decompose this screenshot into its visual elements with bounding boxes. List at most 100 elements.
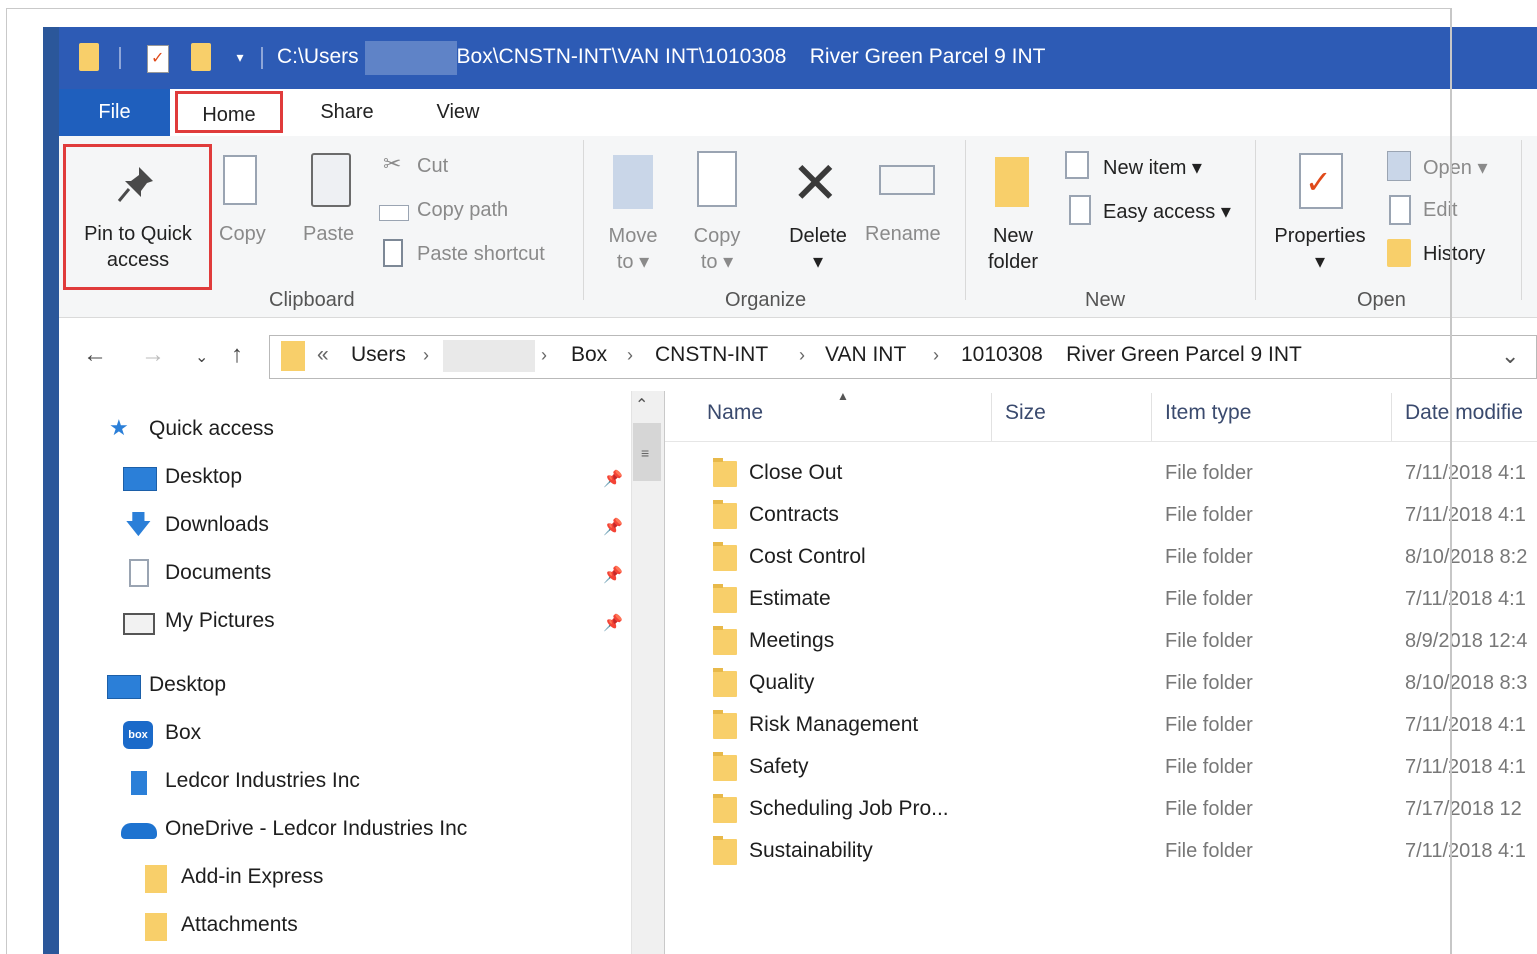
pin-to-quick-access-button[interactable]: Pin to Quick access — [67, 221, 209, 273]
screenshot-frame-left — [6, 8, 7, 954]
chevron-right-icon[interactable]: › — [423, 345, 429, 366]
properties-button[interactable]: Properties ▾ — [1267, 223, 1373, 275]
breadcrumb-van-int[interactable]: VAN INT — [825, 343, 906, 367]
chevron-right-icon[interactable]: › — [627, 345, 633, 366]
chevron-right-icon[interactable]: › — [541, 345, 547, 366]
pinned-icon[interactable]: 📌 — [603, 565, 623, 585]
file-row[interactable]: Sustainability File folder 7/11/2018 4:1 — [703, 831, 1537, 873]
new-folder-button[interactable]: New folder — [973, 223, 1053, 275]
documents-icon — [129, 559, 149, 587]
cut-button[interactable]: Cut — [417, 155, 448, 178]
box-logo-icon: box — [123, 721, 153, 749]
scissors-icon: ✂ — [383, 151, 402, 176]
easy-access-button[interactable]: Easy access ▾ — [1103, 199, 1231, 224]
copy-button[interactable]: Copy — [219, 223, 266, 246]
nav-quick-access[interactable]: Quick access — [149, 417, 274, 441]
breadcrumb-cnstn-int[interactable]: CNSTN-INT — [655, 343, 768, 367]
rename-button[interactable]: Rename — [865, 223, 941, 246]
pinned-icon[interactable]: 📌 — [603, 613, 623, 633]
move-to-icon — [613, 155, 653, 209]
ribbon-separator — [965, 140, 966, 300]
breadcrumb-current-folder[interactable]: 1010308 River Green Parcel 9 INT — [961, 343, 1302, 367]
nav-desktop[interactable]: Desktop — [149, 673, 226, 697]
paste-shortcut-icon — [383, 239, 403, 267]
folder-icon — [145, 865, 167, 893]
nav-add-in-express[interactable]: Add-in Express — [181, 865, 323, 889]
header-divider — [665, 441, 1537, 442]
chevron-right-icon[interactable]: › — [933, 345, 939, 366]
nav-attachments[interactable]: Attachments — [181, 913, 298, 937]
column-header-size[interactable]: Size — [1005, 401, 1046, 425]
tab-view[interactable]: View — [413, 89, 503, 136]
delete-label: Delete — [789, 225, 847, 247]
move-to-button[interactable]: Move to ▾ — [595, 223, 671, 275]
tab-file[interactable]: File — [59, 89, 170, 136]
easy-access-label: Easy access — [1103, 201, 1216, 223]
folder-icon — [79, 43, 99, 71]
column-separator[interactable] — [991, 393, 992, 441]
nav-onedrive[interactable]: OneDrive - Ledcor Industries Inc — [165, 817, 467, 841]
file-date: 7/11/2018 4:1 — [1405, 504, 1526, 526]
copy-to-label-line1: Copy — [693, 225, 741, 247]
new-item-button[interactable]: New item ▾ — [1103, 155, 1202, 180]
delete-button[interactable]: Delete ▾ — [777, 223, 859, 275]
open-button[interactable]: Open ▾ — [1423, 155, 1488, 180]
file-name: Meetings — [749, 629, 835, 652]
file-row[interactable]: Safety File folder 7/11/2018 4:1 — [703, 747, 1537, 789]
file-row[interactable]: Contracts File folder 7/11/2018 4:1 — [703, 495, 1537, 537]
tab-share[interactable]: Share — [297, 89, 397, 136]
copy-to-button[interactable]: Copy to ▾ — [679, 223, 755, 275]
back-arrow-icon[interactable]: ← — [83, 341, 107, 369]
nav-pinned-downloads[interactable]: Downloads — [165, 513, 269, 537]
column-header-name[interactable]: Name — [707, 401, 763, 425]
new-folder-icon[interactable] — [191, 43, 211, 71]
screenshot-frame-right — [1450, 8, 1452, 954]
file-row[interactable]: Close Out File folder 7/11/2018 4:1 — [703, 453, 1537, 495]
nav-pinned-documents[interactable]: Documents — [165, 561, 271, 585]
copy-path-button[interactable]: Copy path — [417, 199, 508, 222]
recent-locations-chevron-icon[interactable]: ⌄ — [195, 347, 208, 367]
forward-arrow-icon[interactable]: → — [141, 341, 165, 369]
paste-button[interactable]: Paste — [303, 223, 354, 246]
nav-box[interactable]: Box — [165, 721, 201, 745]
file-row[interactable]: Quality File folder 8/10/2018 8:3 — [703, 663, 1537, 705]
window-left-border — [43, 27, 59, 954]
column-separator[interactable] — [1391, 393, 1392, 441]
breadcrumb-users[interactable]: Users — [351, 343, 406, 367]
file-row[interactable]: Cost Control File folder 8/10/2018 8:2 — [703, 537, 1537, 579]
customize-toolbar-icon[interactable]: ▾ — [232, 49, 248, 65]
pinned-icon[interactable]: 📌 — [603, 469, 623, 489]
file-type: File folder — [1165, 630, 1253, 652]
file-date: 7/11/2018 4:1 — [1405, 462, 1526, 484]
nav-ledcor-industries[interactable]: Ledcor Industries Inc — [165, 769, 360, 793]
breadcrumb-overflow[interactable]: « — [317, 343, 329, 367]
breadcrumb-box[interactable]: Box — [571, 343, 607, 367]
address-history-chevron-icon[interactable]: ⌄ — [1501, 343, 1519, 369]
scroll-up-icon[interactable]: ⌃ — [635, 395, 648, 415]
toolbar-separator — [261, 47, 263, 69]
file-row[interactable]: Scheduling Job Pro... File folder 7/17/2… — [703, 789, 1537, 831]
file-row[interactable]: Estimate File folder 7/11/2018 4:1 — [703, 579, 1537, 621]
folder-icon — [713, 542, 737, 571]
column-header-item-type[interactable]: Item type — [1165, 401, 1251, 425]
file-date: 7/11/2018 4:1 — [1405, 588, 1526, 610]
nav-pinned-desktop[interactable]: Desktop — [165, 465, 242, 489]
edit-button[interactable]: Edit — [1423, 199, 1457, 222]
file-row[interactable]: Risk Management File folder 7/11/2018 4:… — [703, 705, 1537, 747]
chevron-right-icon[interactable]: › — [799, 345, 805, 366]
column-separator[interactable] — [1151, 393, 1152, 441]
column-header-date-modified[interactable]: Date modifie — [1405, 401, 1523, 425]
tab-home[interactable]: Home — [175, 91, 283, 133]
file-row[interactable]: Meetings File folder 8/9/2018 12:4 — [703, 621, 1537, 663]
paste-shortcut-button[interactable]: Paste shortcut — [417, 243, 545, 266]
toolbar-separator — [119, 47, 121, 69]
up-arrow-icon[interactable]: ↑ — [231, 341, 243, 369]
nav-pinned-my-pictures[interactable]: My Pictures — [165, 609, 275, 633]
open-group-label: Open — [1357, 289, 1406, 311]
pinned-icon[interactable]: 📌 — [603, 517, 623, 537]
folder-icon — [713, 626, 737, 655]
history-button[interactable]: History — [1423, 243, 1485, 266]
properties-icon[interactable] — [147, 45, 169, 73]
title-bar: ▾ C:\Users \Box\CNSTN-INT\VAN INT\1010308… — [43, 27, 1537, 89]
folder-icon — [713, 794, 737, 823]
